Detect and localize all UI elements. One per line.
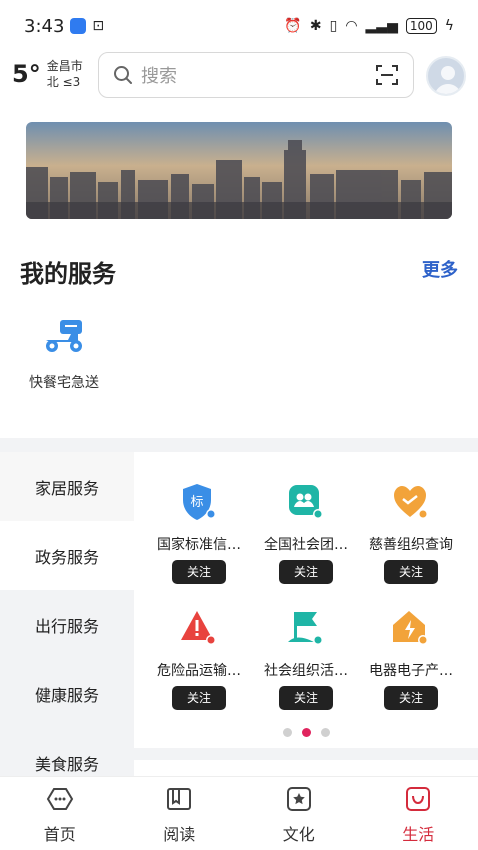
city-banner[interactable] [26,122,452,219]
delivery-scooter-icon [46,320,82,352]
bluetooth-icon: ✱ [309,18,322,34]
standard-shield-icon: 标 [183,484,216,520]
service-name: 危险品运输… [157,663,241,679]
more-link[interactable]: 更多 [422,256,458,282]
nav-home[interactable]: 首页 [0,777,120,850]
signal-icon: ▂▃▅ [365,18,398,34]
organization-flag-icon [288,612,323,645]
service-name: 社会组织活… [264,663,348,679]
category-travel[interactable]: 出行服务 [0,590,134,659]
service-grid: 标 国家标准信… 关注 全国社会团… 关注 慈善组织查询 关注 危险品运输… 关… [134,452,478,748]
follow-button[interactable]: 关注 [172,686,226,710]
follow-button[interactable]: 关注 [384,560,438,584]
search-input[interactable]: 搜索 [141,62,375,88]
my-service-label: 快餐宅急送 [29,375,99,391]
weather-widget[interactable]: 5° 金昌市 北 ≤3 [12,58,83,90]
life-bag-icon [406,787,431,811]
nav-label: 生活 [402,825,435,844]
vibrate-icon: ▯ [329,18,338,34]
social-group-icon [289,485,323,519]
follow-button[interactable]: 关注 [172,560,226,584]
service-name: 慈善组织查询 [369,537,453,553]
page-dot-active[interactable] [301,728,311,737]
my-service-item[interactable]: 快餐宅急送 [22,318,106,392]
status-time: 3:43 [24,15,65,37]
service-item[interactable]: 慈善组织查询 关注 [356,482,466,584]
temperature: 5° [12,60,41,88]
search-icon [114,66,132,84]
notification-app-icon [70,18,87,34]
service-item[interactable]: 危险品运输… 关注 [144,608,254,710]
service-item[interactable]: 社会组织活… 关注 [251,608,361,710]
category-sidebar: 家居服务 政务服务 出行服务 健康服务 美食服务 [0,452,134,797]
charging-icon: ϟ [444,18,454,34]
service-item[interactable]: 全国社会团… 关注 [251,482,361,584]
scan-icon[interactable] [375,63,399,87]
service-name: 全国社会团… [264,537,348,553]
page-indicator [134,728,478,737]
status-bar: 3:43 ⊡ ⏰ ✱ ▯ ◠ ▂▃▅ 100 ϟ [0,0,478,52]
service-item[interactable]: 标 国家标准信… 关注 [144,482,254,584]
wind-info: 北 ≤3 [46,75,81,89]
nav-label: 首页 [43,825,76,844]
avatar[interactable] [426,56,466,96]
page-dot[interactable] [320,728,330,737]
nav-culture[interactable]: 文化 [239,777,359,850]
bottom-navigation: 首页 阅读 文化 生活 [0,776,478,850]
electric-house-icon [393,611,428,645]
search-bar[interactable]: 搜索 [98,52,414,98]
battery-indicator: 100 [405,18,437,34]
category-health[interactable]: 健康服务 [0,659,134,728]
category-government[interactable]: 政务服务 [0,521,134,590]
service-name: 电器电子产… [369,663,453,679]
follow-button[interactable]: 关注 [279,686,333,710]
nav-label: 文化 [282,825,315,844]
nfc-icon: ⊡ [92,18,105,34]
alarm-icon: ⏰ [284,18,302,34]
nav-reading[interactable]: 阅读 [120,777,240,850]
my-services-title: 我的服务 [20,260,116,288]
service-item[interactable]: 电器电子产… 关注 [356,608,466,710]
service-name: 国家标准信… [157,537,241,553]
nav-life[interactable]: 生活 [359,777,478,850]
svg-text:标: 标 [190,495,203,510]
culture-star-icon [286,787,311,811]
wifi-icon: ◠ [345,18,358,34]
follow-button[interactable]: 关注 [279,560,333,584]
home-icon [46,788,73,810]
city-skyline-image [26,122,452,219]
nav-label: 阅读 [163,825,196,844]
book-icon [167,788,192,810]
top-header: 5° 金昌市 北 ≤3 搜索 [0,52,478,100]
hazard-warning-icon [181,611,216,645]
follow-button[interactable]: 关注 [384,686,438,710]
charity-heart-icon [394,486,428,519]
page-dot[interactable] [282,728,292,737]
user-silhouette-icon [434,66,462,94]
city-name: 金昌市 [46,59,83,73]
category-home[interactable]: 家居服务 [0,452,134,521]
